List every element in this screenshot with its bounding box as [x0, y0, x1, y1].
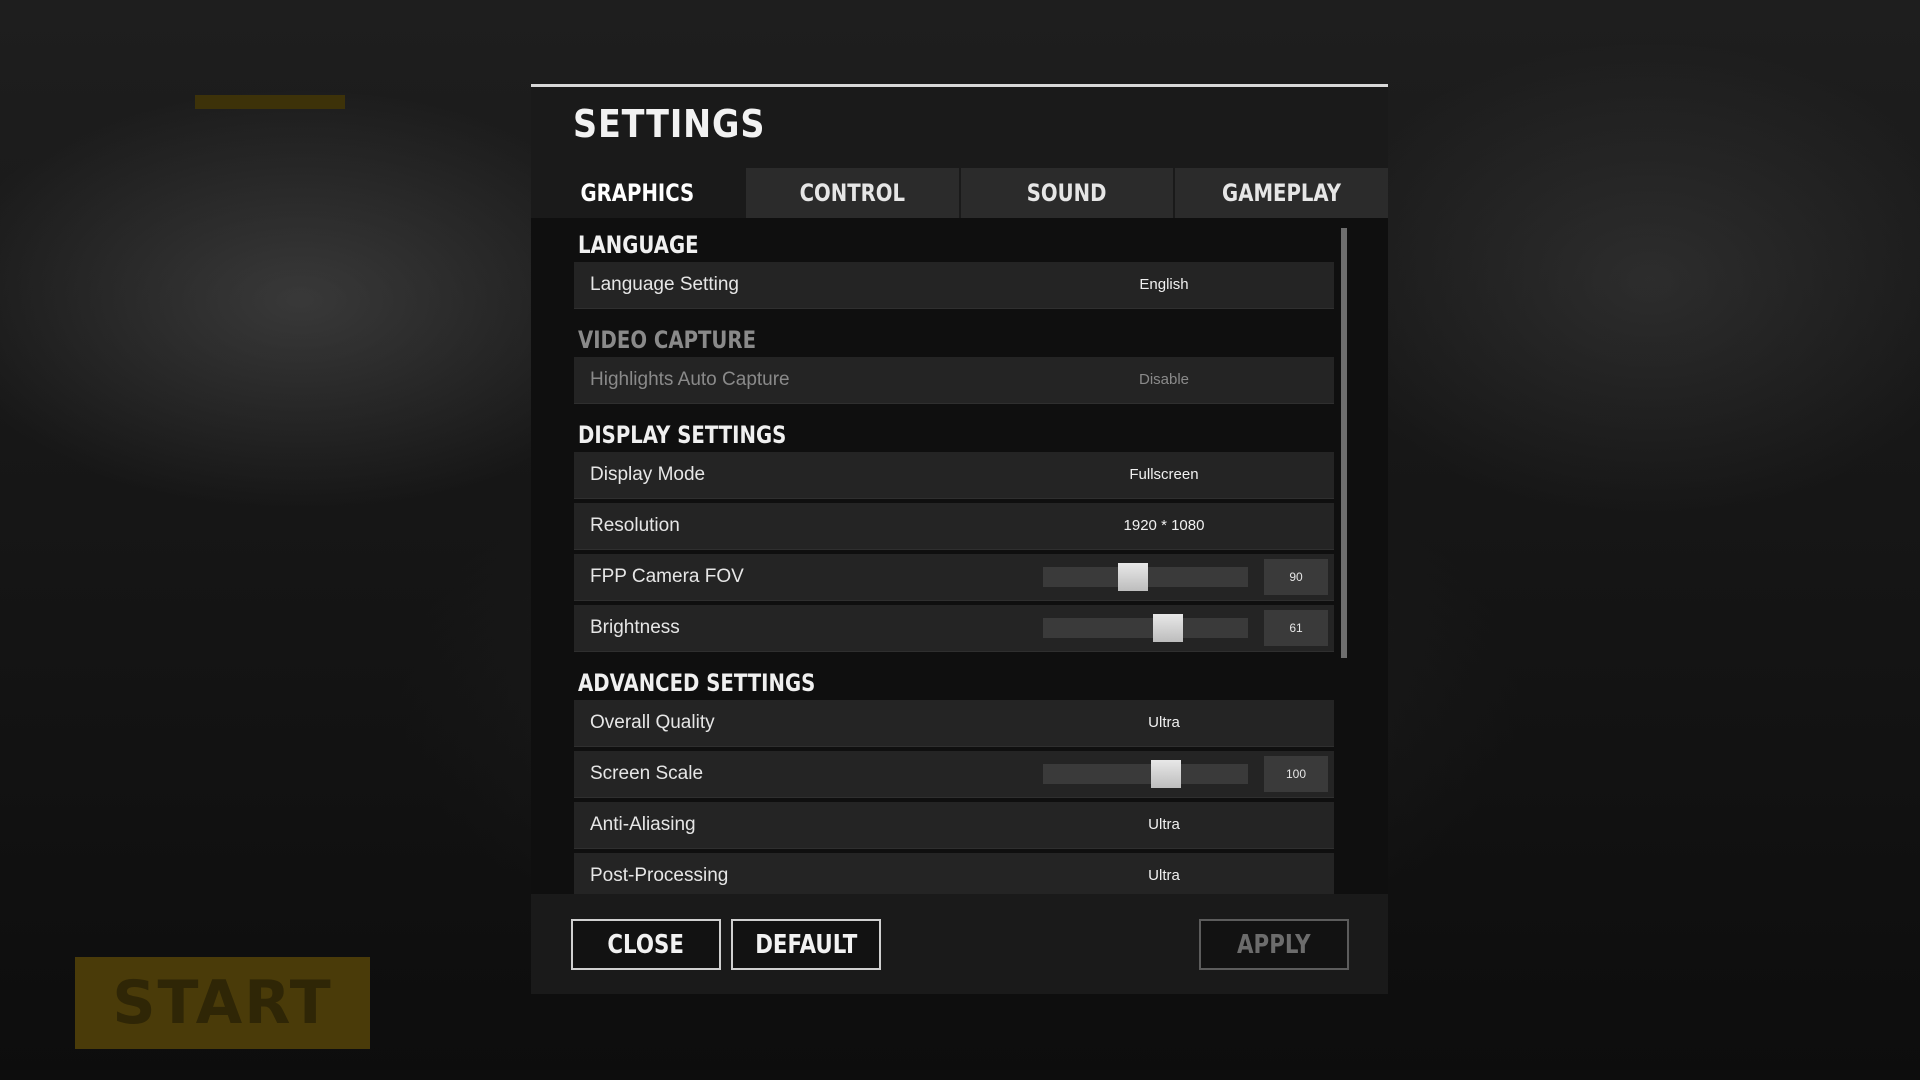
section-header-video-capture: VIDEO CAPTURE — [578, 326, 757, 354]
fov-value-input[interactable]: 90 — [1264, 559, 1328, 595]
modal-title: SETTINGS — [573, 102, 766, 146]
section-header-language: LANGUAGE — [578, 231, 699, 259]
tab-control[interactable]: CONTROL — [745, 168, 959, 218]
apply-button[interactable]: APPLY — [1199, 919, 1349, 970]
setting-value-dropdown: Disable — [1138, 371, 1190, 388]
setting-row-post-processing[interactable]: Post-Processing Ultra — [574, 853, 1334, 900]
setting-label: Display Mode — [590, 464, 706, 485]
screen-scale-slider-thumb[interactable] — [1151, 760, 1181, 788]
setting-label: Screen Scale — [590, 763, 704, 784]
setting-row-fpp-camera-fov: FPP Camera FOV 90 — [574, 554, 1334, 601]
setting-label: Post-Processing — [590, 865, 729, 886]
section-header-advanced-settings: ADVANCED SETTINGS — [578, 669, 816, 697]
setting-row-resolution[interactable]: Resolution 1920 * 1080 — [574, 503, 1334, 550]
setting-row-display-mode[interactable]: Display Mode Fullscreen — [574, 452, 1334, 499]
setting-row-language[interactable]: Language Setting English — [574, 262, 1334, 309]
setting-value-dropdown[interactable]: 1920 * 1080 — [1074, 503, 1254, 549]
settings-tabs: GRAPHICS CONTROL SOUND GAMEPLAY — [531, 168, 1388, 218]
fov-slider-track[interactable] — [1043, 563, 1248, 591]
setting-label: Highlights Auto Capture — [590, 369, 790, 390]
setting-label: Brightness — [590, 617, 680, 638]
setting-row-overall-quality[interactable]: Overall Quality Ultra — [574, 700, 1334, 747]
tab-sound[interactable]: SOUND — [960, 168, 1174, 218]
background-logo-bar — [195, 95, 345, 109]
setting-label: FPP Camera FOV — [590, 566, 744, 587]
brightness-slider-thumb[interactable] — [1153, 614, 1184, 642]
tab-gameplay[interactable]: GAMEPLAY — [1175, 168, 1388, 218]
modal-top-border — [531, 84, 1388, 87]
screen-scale-value-input[interactable]: 100 — [1264, 756, 1328, 792]
setting-row-brightness: Brightness 61 — [574, 605, 1334, 652]
setting-label: Anti-Aliasing — [590, 814, 696, 835]
tab-graphics[interactable]: GRAPHICS — [531, 168, 744, 218]
setting-row-screen-scale: Screen Scale 100 — [574, 751, 1334, 798]
setting-value-dropdown[interactable]: Ultra — [1074, 802, 1254, 848]
setting-label: Language Setting — [590, 274, 739, 295]
setting-value-dropdown[interactable]: English — [1074, 262, 1254, 308]
setting-row-highlights-auto-capture: Highlights Auto Capture Disable — [574, 357, 1334, 404]
brightness-value-input[interactable]: 61 — [1264, 610, 1328, 646]
screen-scale-slider-track[interactable] — [1043, 760, 1248, 788]
brightness-slider-track[interactable] — [1043, 614, 1248, 642]
graphics-tab-content: LANGUAGE Language Setting English VIDEO … — [531, 218, 1388, 979]
setting-label: Overall Quality — [590, 712, 715, 733]
setting-value-dropdown[interactable]: Ultra — [1074, 853, 1254, 899]
section-header-display-settings: DISPLAY SETTINGS — [578, 421, 787, 449]
settings-scrollbar[interactable] — [1341, 228, 1347, 658]
modal-footer: CLOSE DEFAULT APPLY — [531, 894, 1388, 994]
setting-row-anti-aliasing[interactable]: Anti-Aliasing Ultra — [574, 802, 1334, 849]
close-button[interactable]: CLOSE — [571, 919, 721, 970]
default-button[interactable]: DEFAULT — [731, 919, 881, 970]
settings-list: LANGUAGE Language Setting English VIDEO … — [574, 218, 1334, 945]
setting-value-dropdown[interactable]: Ultra — [1074, 700, 1254, 746]
fov-slider-thumb[interactable] — [1118, 563, 1149, 591]
setting-label: Resolution — [590, 515, 680, 536]
settings-modal: SETTINGS GRAPHICS CONTROL SOUND GAMEPLAY… — [531, 84, 1388, 994]
setting-value-dropdown[interactable]: Fullscreen — [1074, 452, 1254, 498]
background-start-button: START — [75, 957, 370, 1049]
